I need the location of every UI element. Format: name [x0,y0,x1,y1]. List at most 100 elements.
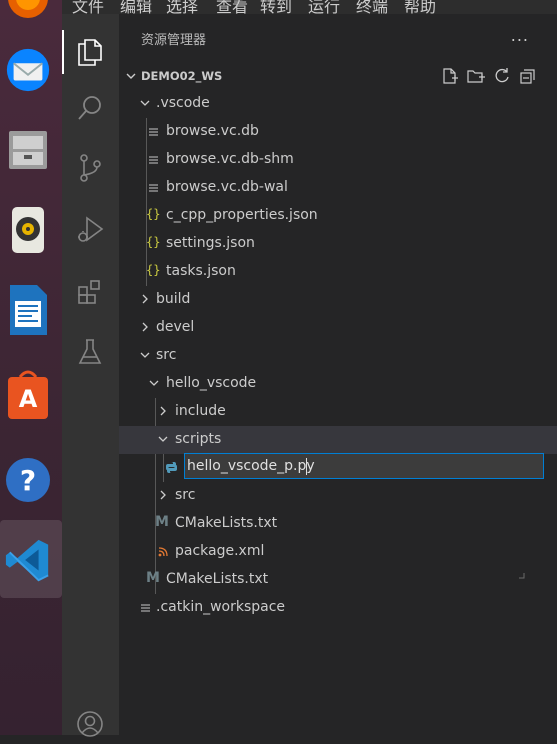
search-icon[interactable] [70,88,110,128]
libreoffice-writer-icon[interactable] [4,285,52,335]
explorer-sidebar: 资源管理器 ... DEMO02_WS .vscode browse.vc.db… [119,14,557,735]
menu-bar: 文件 编辑 选择 查看 转到 运行 终端 帮助 [62,0,557,14]
tree-file-browse-vc-db-wal[interactable]: browse.vc.db-wal [119,174,557,202]
tree-file-settings-json[interactable]: {} settings.json [119,230,557,258]
tree-file-cmakelists-inner[interactable]: M CMakeLists.txt [119,510,557,538]
tree-item-label: tasks.json [166,263,236,279]
tree-folder-src-inner[interactable]: src [119,482,557,510]
tree-file-browse-vc-db[interactable]: browse.vc.db [119,118,557,146]
run-debug-icon[interactable] [70,210,110,250]
tree-folder-src[interactable]: src [119,342,557,370]
tree-item-label: src [156,347,177,363]
tree-item-label: CMakeLists.txt [166,571,269,587]
chevron-down-icon [149,380,159,386]
new-folder-icon[interactable] [467,67,485,85]
workspace-header[interactable]: DEMO02_WS [119,62,557,90]
tree-folder-hello-vscode[interactable]: hello_vscode [119,370,557,398]
chevron-right-icon [160,406,166,416]
tree-item-label: build [156,291,191,307]
indent-guide [163,454,164,482]
chevron-down-icon [140,100,150,106]
corner-arrow-icon [519,573,525,579]
tree-item-label: browse.vc.db-shm [166,151,294,167]
activity-bar [62,14,119,737]
rename-input-value: hello_vscode_p.py [187,458,315,474]
chevron-down-icon [158,436,168,442]
chevron-down-icon [140,352,150,358]
tree-item-label: c_cpp_properties.json [166,207,318,223]
text-cursor [306,458,307,475]
tree-item-label: src [175,487,196,503]
menu-view[interactable]: 查看 [216,0,248,14]
svg-text:?: ? [20,464,36,497]
tree-item-label: .vscode [156,95,210,111]
menu-file[interactable]: 文件 [72,0,104,14]
source-control-icon[interactable] [70,148,110,188]
explorer-icon[interactable] [70,32,110,72]
tree-folder-include[interactable]: include [119,398,557,426]
tree-folder-build[interactable]: build [119,286,557,314]
text-lines-file-icon [149,156,158,164]
tree-item-label: settings.json [166,235,255,251]
tree-item-label: .catkin_workspace [156,599,286,615]
tree-item-label: CMakeLists.txt [175,515,278,531]
chevron-down-icon [126,73,136,79]
tree-folder-scripts[interactable]: scripts [119,426,557,454]
chevron-right-icon [160,490,166,500]
tree-file-browse-vc-db-shm[interactable]: browse.vc.db-shm [119,146,557,174]
collapse-all-icon[interactable] [519,67,537,85]
tree-file-cmakelists[interactable]: M CMakeLists.txt [119,566,557,594]
active-view-marker [62,30,64,74]
menu-edit[interactable]: 编辑 [120,0,152,14]
ubuntu-software-icon[interactable]: A [4,370,52,419]
tree-item-label: package.xml [175,543,265,559]
vscode-icon[interactable] [4,536,52,584]
thunderbird-icon[interactable] [4,46,52,94]
more-actions-button[interactable]: ... [511,26,529,45]
rename-filename-input[interactable]: hello_vscode_p.py [184,453,544,479]
tree-item-label: hello_vscode [166,375,257,391]
ubuntu-dock: A ? [0,0,62,735]
rss-file-icon [158,547,168,557]
tree-item-label: browse.vc.db [166,123,259,139]
refresh-icon[interactable] [493,67,511,85]
tree-item-label: browse.vc.db-wal [166,179,288,195]
cmake-file-icon: M [146,570,160,586]
json-file-icon: {} [146,207,161,221]
svg-text:A: A [19,385,38,413]
chevron-right-icon [142,322,148,332]
tree-folder-devel[interactable]: devel [119,314,557,342]
workspace-name: DEMO02_WS [141,69,223,83]
menu-help[interactable]: 帮助 [404,0,436,14]
tree-item-label: devel [156,319,195,335]
json-file-icon: {} [146,263,161,277]
testing-icon[interactable] [70,332,110,372]
new-file-icon[interactable] [441,67,459,85]
chevron-right-icon [142,294,148,304]
tree-file-catkin-workspace[interactable]: .catkin_workspace [119,594,557,622]
json-file-icon: {} [146,235,161,249]
account-icon[interactable] [70,704,110,744]
extensions-icon[interactable] [70,272,110,312]
text-lines-file-icon [149,128,158,136]
tree-item-label: scripts [175,431,222,447]
rhythmbox-icon[interactable] [4,206,52,254]
text-lines-file-icon [141,604,150,612]
sidebar-title: 资源管理器 [141,33,207,48]
tree-file-package-xml[interactable]: package.xml [119,538,557,566]
firefox-icon[interactable] [4,0,52,22]
tree-folder-vscode[interactable]: .vscode [119,90,557,118]
tree-item-label: include [175,403,226,419]
tree-file-c-cpp-properties[interactable]: {} c_cpp_properties.json [119,202,557,230]
menu-run[interactable]: 运行 [308,0,340,14]
file-cabinet-icon[interactable] [4,126,52,174]
menu-selection[interactable]: 选择 [166,0,198,14]
help-icon[interactable]: ? [4,456,52,504]
menu-go[interactable]: 转到 [260,0,292,14]
tree-new-file-rename-row[interactable]: hello_vscode_p.py [119,453,557,482]
cmake-file-icon: M [155,514,169,530]
tree-file-tasks-json[interactable]: {} tasks.json [119,258,557,286]
python-file-icon [166,462,177,473]
text-lines-file-icon [149,184,158,192]
menu-terminal[interactable]: 终端 [356,0,388,14]
